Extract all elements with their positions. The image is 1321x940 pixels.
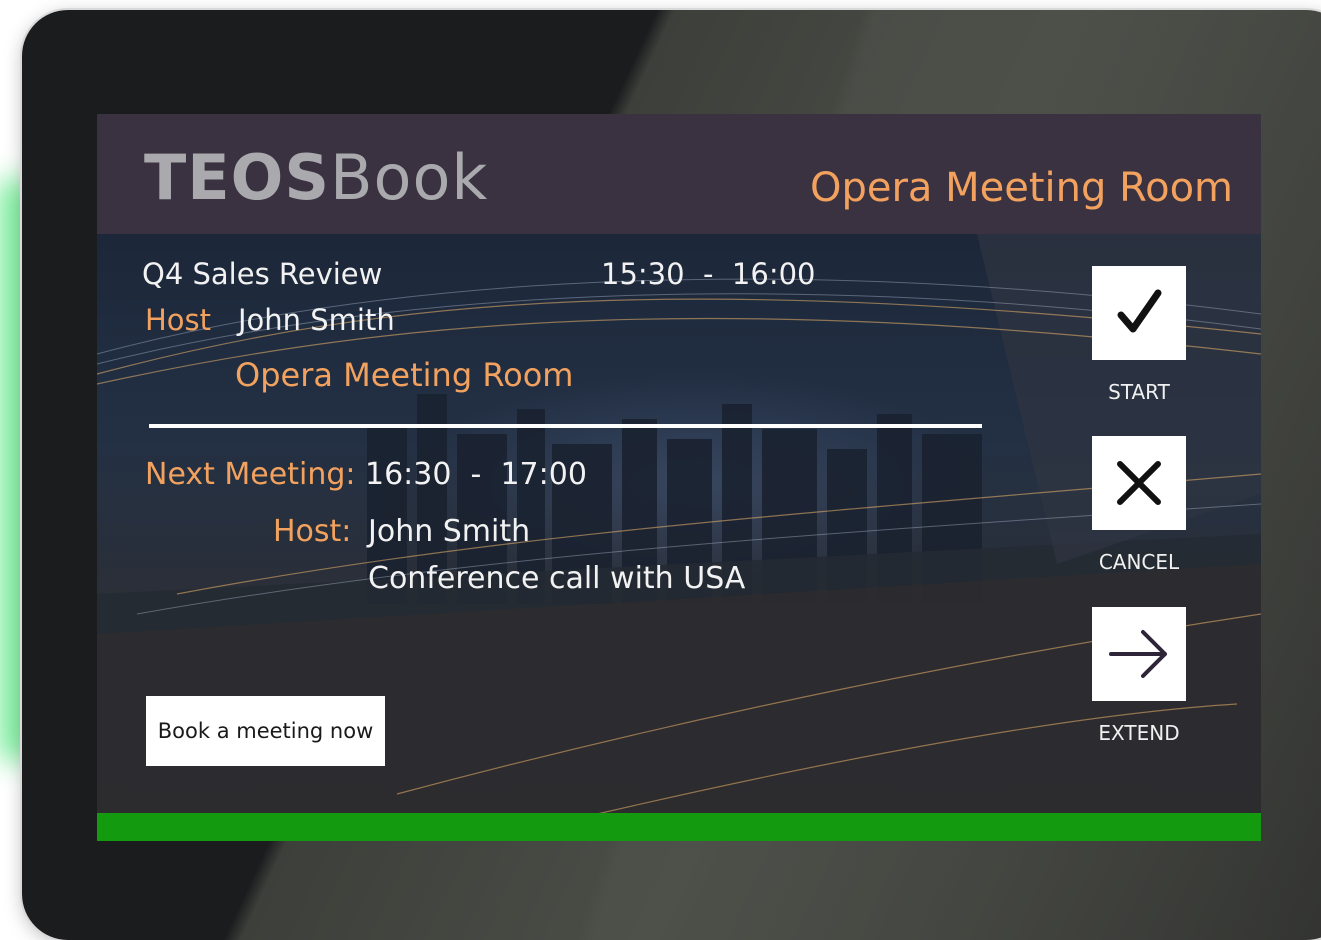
current-meeting-time-separator: -: [703, 257, 714, 291]
current-host-name: John Smith: [238, 303, 395, 337]
next-meeting-time-separator: -: [470, 457, 482, 492]
cancel-button[interactable]: [1092, 436, 1186, 530]
current-host-label: Host: [145, 303, 212, 337]
current-meeting-room: Opera Meeting Room: [235, 356, 574, 394]
extend-label: EXTEND: [1098, 721, 1180, 745]
current-meeting-time: 15:30 - 16:00: [601, 257, 816, 292]
current-meeting-end: 16:00: [731, 257, 816, 291]
section-divider: [149, 424, 982, 428]
cancel-label: CANCEL: [1098, 550, 1180, 574]
brand-logo: TEOSBook: [144, 142, 488, 214]
checkmark-icon: [1117, 289, 1162, 333]
next-host-label: Host:: [273, 514, 352, 549]
close-icon: [1117, 461, 1161, 505]
current-meeting-title: Q4 Sales Review: [142, 257, 383, 291]
availability-status-bar: [97, 813, 1261, 841]
booking-screen: TEOSBook Opera Meeting Room Q4 Sales Rev…: [97, 114, 1261, 841]
book-meeting-button[interactable]: Book a meeting now: [146, 696, 385, 766]
brand-bold-text: TEOS: [144, 141, 331, 214]
start-label: START: [1108, 380, 1170, 404]
current-meeting-start: 15:30: [601, 257, 685, 291]
room-title: Opera Meeting Room: [809, 165, 1233, 211]
next-meeting-start: 16:30: [365, 457, 452, 492]
next-meeting-time: 16:30 - 17:00: [365, 457, 587, 493]
app-header: TEOSBook Opera Meeting Room: [97, 114, 1261, 234]
next-host-name: John Smith: [368, 514, 531, 549]
start-button[interactable]: [1092, 266, 1186, 360]
next-meeting-end: 17:00: [500, 457, 587, 492]
brand-light-text: Book: [330, 141, 489, 214]
next-meeting-description: Conference call with USA: [368, 561, 746, 596]
next-meeting-label: Next Meeting:: [145, 457, 356, 492]
arrow-right-icon: [1109, 630, 1167, 678]
extend-button[interactable]: [1092, 607, 1186, 701]
